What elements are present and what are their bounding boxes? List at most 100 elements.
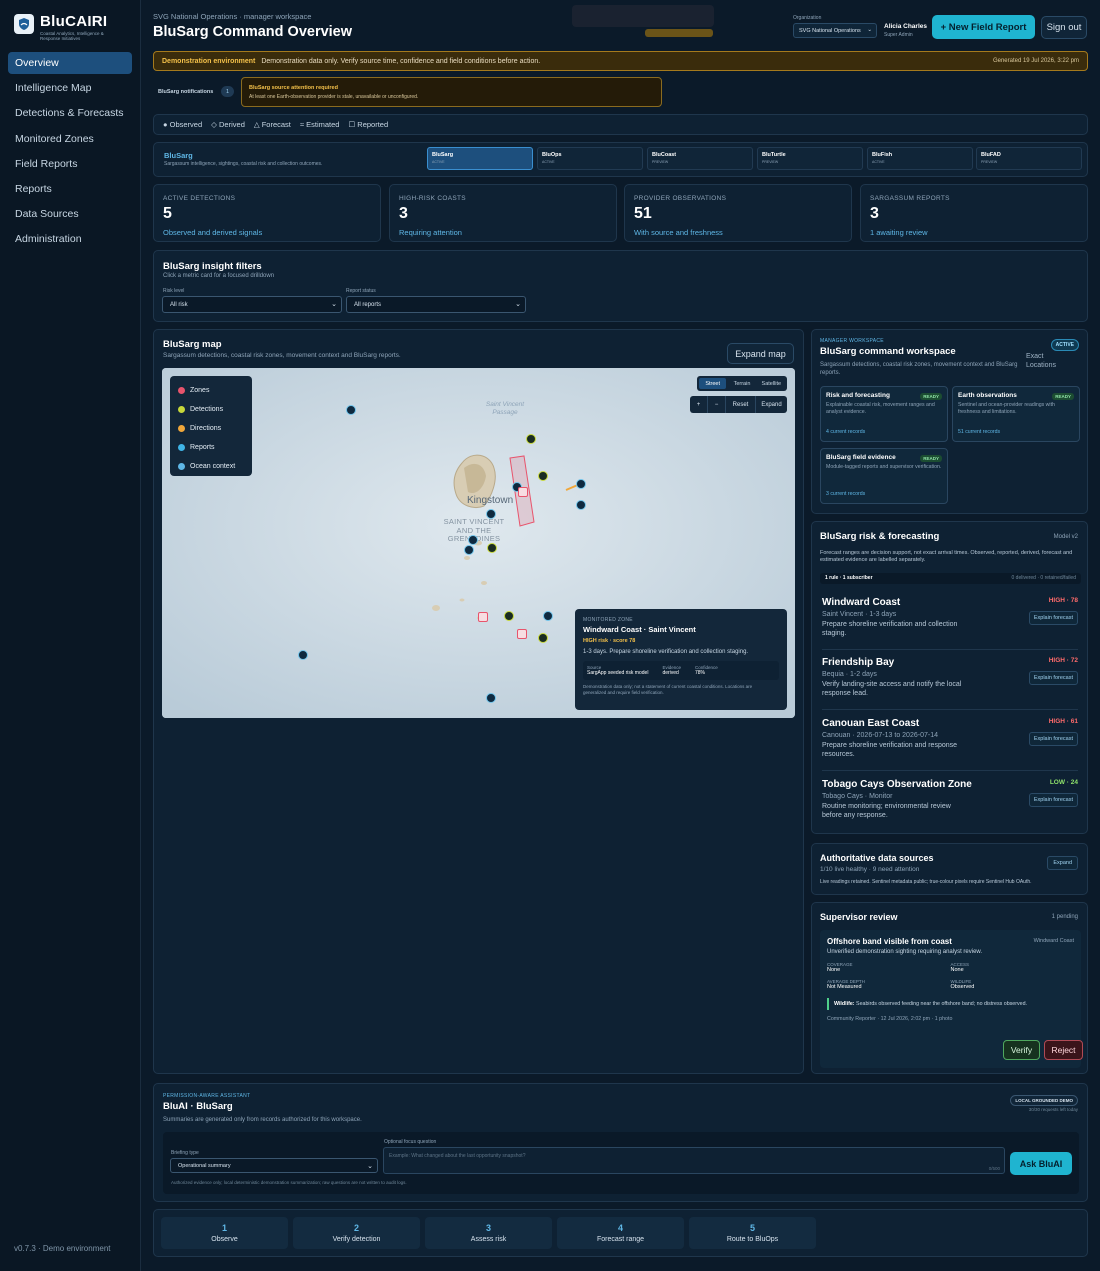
ready-badge: READY <box>920 455 942 462</box>
sources-expand-button[interactable]: Expand <box>1047 856 1078 870</box>
explain-forecast-button[interactable]: Explain forecast <box>1028 611 1078 625</box>
sidebar-item-reports[interactable]: Reports <box>8 178 132 200</box>
module-tab-blusarg[interactable]: BluSarg ACTIVE <box>427 147 533 170</box>
card-link[interactable]: 51 current records <box>958 429 1000 435</box>
explain-forecast-button[interactable]: Explain forecast <box>1028 671 1078 685</box>
sidebar-item-administration[interactable]: Administration <box>8 228 132 250</box>
demo-banner-text: Demonstration data only. Verify source t… <box>261 57 541 65</box>
metric-card-high-risk-coasts[interactable]: HIGH-RISK COASTS 3 Requiring attention <box>389 184 617 242</box>
module-tab-blufad[interactable]: BluFAD PREVIEW <box>976 147 1082 170</box>
status-indicator <box>645 29 713 37</box>
sidebar-item-detections-forecasts[interactable]: Detections & Forecasts <box>8 102 132 124</box>
exact-locations-toggle[interactable]: Exact Locations <box>1026 352 1066 370</box>
step-forecast-range[interactable]: 4 Forecast range <box>557 1217 684 1249</box>
detection-marker[interactable] <box>538 471 548 481</box>
step-number: 4 <box>617 1223 623 1233</box>
report-marker[interactable] <box>298 650 308 660</box>
zoom-out-button[interactable]: − <box>708 396 726 413</box>
module-tab-bluturtle[interactable]: BluTurtle PREVIEW <box>757 147 863 170</box>
detection-marker[interactable] <box>487 543 497 553</box>
sign-out-button[interactable]: Sign out <box>1041 16 1087 39</box>
report-marker[interactable] <box>576 500 586 510</box>
explain-forecast-button[interactable]: Explain forecast <box>1028 793 1078 807</box>
metric-card-provider-observations[interactable]: PROVIDER OBSERVATIONS 51 With source and… <box>624 184 852 242</box>
report-marker[interactable] <box>543 611 553 621</box>
legend-detections[interactable]: Detections <box>178 400 244 419</box>
basemap-terrain-button[interactable]: Terrain <box>728 378 755 389</box>
zone-marker[interactable] <box>518 487 528 497</box>
card-earth-observations[interactable]: Earth observations READY Sentinel and oc… <box>952 386 1080 442</box>
source-alert[interactable]: BluSarg source attention required At lea… <box>241 77 662 107</box>
report-marker[interactable] <box>468 535 478 545</box>
step-verify-detection[interactable]: 2 Verify detection <box>293 1217 420 1249</box>
zoom-in-button[interactable]: + <box>690 396 708 413</box>
detection-marker[interactable] <box>538 633 548 643</box>
verify-button[interactable]: Verify <box>1003 1040 1040 1060</box>
search-box[interactable] <box>572 5 714 27</box>
zone-marker[interactable] <box>478 612 488 622</box>
detection-marker[interactable] <box>526 434 536 444</box>
risk-item-friendship-bay[interactable]: Friendship Bay HIGH · 72 Bequia · 1-2 da… <box>822 657 1078 710</box>
map-canvas[interactable]: Saint Vincent Passage Kingstown SAINT VI… <box>162 368 795 718</box>
report-marker[interactable] <box>486 509 496 519</box>
expand-map-button[interactable]: Expand map <box>727 343 794 364</box>
zone-marker[interactable] <box>517 629 527 639</box>
module-tab-blufish[interactable]: BluFish ACTIVE <box>867 147 973 170</box>
sidebar-item-overview[interactable]: Overview <box>8 52 132 74</box>
report-marker[interactable] <box>486 693 496 703</box>
notifications-label: BluSarg notifications <box>158 89 214 95</box>
module-tab-name: BluSarg <box>432 152 454 158</box>
sidebar-item-intelligence-map[interactable]: Intelligence Map <box>8 77 132 99</box>
report-status-select[interactable]: All reports ⌄ <box>346 296 526 313</box>
step-route-to-bluops[interactable]: 5 Route to BluOps <box>689 1217 816 1249</box>
sidebar-item-data-sources[interactable]: Data Sources <box>8 203 132 225</box>
card-link[interactable]: 3 current records <box>826 491 865 497</box>
reports-dot-icon <box>178 444 185 451</box>
legend-reports[interactable]: Reports <box>178 438 244 457</box>
basemap-street-button[interactable]: Street <box>699 378 727 389</box>
detection-marker[interactable] <box>504 611 514 621</box>
focus-question-input[interactable]: Example: What changed about the last opp… <box>383 1147 1005 1174</box>
sidebar-item-field-reports[interactable]: Field Reports <box>8 153 132 175</box>
ask-bluai-button[interactable]: Ask BluAI <box>1010 1152 1072 1175</box>
step-observe[interactable]: 1 Observe <box>161 1217 288 1249</box>
briefing-type-select[interactable]: Operational summary ⌄ <box>170 1158 378 1173</box>
risk-item-windward-coast[interactable]: Windward Coast HIGH · 78 Saint Vincent ·… <box>822 597 1078 650</box>
explain-forecast-button[interactable]: Explain forecast <box>1028 732 1078 746</box>
field-value: Observed <box>950 984 975 990</box>
field-value: Not Measured <box>827 984 862 990</box>
module-tab-bluops[interactable]: BluOps ACTIVE <box>537 147 643 170</box>
risk-panel-note: Forecast ranges are decision support, no… <box>820 550 1073 563</box>
legend-ocean-context[interactable]: Ocean context <box>178 457 244 476</box>
risk-item-canouan-east-coast[interactable]: Canouan East Coast HIGH · 61 Canouan · 2… <box>822 718 1078 771</box>
card-link[interactable]: 4 current records <box>826 429 865 435</box>
metric-card-active-detections[interactable]: ACTIVE DETECTIONS 5 Observed and derived… <box>153 184 381 242</box>
reject-button[interactable]: Reject <box>1044 1040 1083 1060</box>
notifications-count[interactable]: 1 <box>221 86 234 97</box>
legend-directions[interactable]: Directions <box>178 419 244 438</box>
alert-rule-bar[interactable]: 1 rule · 1 subscriber 0 delivered · 0 re… <box>820 573 1081 584</box>
workspace-kicker: MANAGER WORKSPACE <box>820 338 884 344</box>
brand-logo[interactable]: BluCAIRI Coastal Analytics, Intelligence… <box>14 14 107 41</box>
card-field-evidence[interactable]: BluSarg field evidence READY Module-tagg… <box>820 448 948 504</box>
map-reset-button[interactable]: Reset <box>726 396 756 413</box>
step-number: 2 <box>353 1223 359 1233</box>
ready-badge: READY <box>920 393 942 400</box>
card-risk-forecasting[interactable]: Risk and forecasting READY Explainable c… <box>820 386 948 442</box>
report-marker[interactable] <box>576 479 586 489</box>
sidebar-item-monitored-zones[interactable]: Monitored Zones <box>8 128 132 150</box>
org-select[interactable]: SVG National Operations ⌄ <box>793 23 877 38</box>
report-marker[interactable] <box>346 405 356 415</box>
risk-item-tobago-cays[interactable]: Tobago Cays Observation Zone LOW · 24 To… <box>822 779 1078 827</box>
step-label: Forecast range <box>596 1236 645 1243</box>
risk-level-select[interactable]: All risk ⌄ <box>162 296 342 313</box>
basemap-satellite-button[interactable]: Satellite <box>758 378 785 389</box>
map-expand-button[interactable]: Expand <box>756 396 787 413</box>
legend-zones[interactable]: Zones <box>178 381 244 400</box>
metric-card-sargassum-reports[interactable]: SARGASSUM REPORTS 3 1 awaiting review <box>860 184 1088 242</box>
step-assess-risk[interactable]: 3 Assess risk <box>425 1217 552 1249</box>
popup-desc: 1-3 days. Prepare shoreline verification… <box>583 649 749 655</box>
module-tab-blucoast[interactable]: BluCoast PREVIEW <box>647 147 753 170</box>
new-field-report-button[interactable]: + New Field Report <box>932 15 1035 39</box>
report-marker[interactable] <box>464 545 474 555</box>
